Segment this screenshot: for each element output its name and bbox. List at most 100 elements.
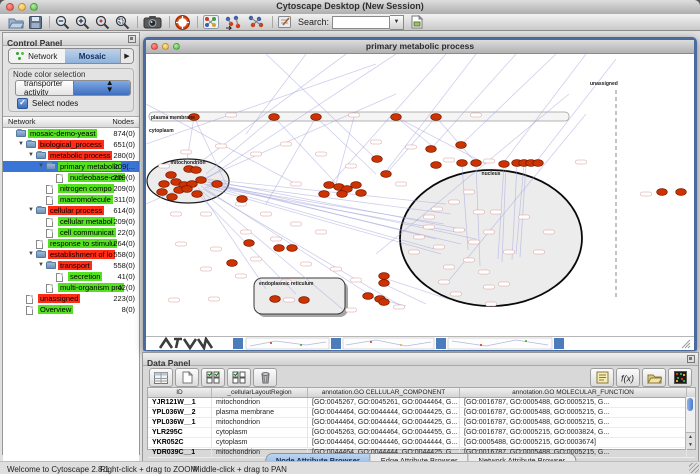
table-cell[interactable]: [GO:0045263, GO:0044464, GO:0044455, G..… [308, 428, 460, 437]
tree-item-label[interactable]: metabolic process [48, 151, 112, 160]
column-header[interactable]: annotation.GO MOLECULAR_FUNCTION [460, 388, 687, 397]
network-canvas[interactable]: plasma membranecytoplasmmitochondrionnuc… [146, 54, 694, 336]
network-edge[interactable] [266, 117, 316, 204]
expand-arrow-icon[interactable]: ▼ [28, 150, 34, 161]
network-node[interactable] [299, 297, 310, 304]
tree-item-label[interactable]: cell communicat [58, 228, 116, 237]
network-node[interactable] [192, 191, 203, 198]
tree-row[interactable]: nitrogen compo209(0) [3, 183, 139, 194]
tree-row[interactable]: nucleobase-con209(0) [3, 172, 139, 183]
table-row[interactable]: YJR121W__1mitochondrion[GO:0045267, GO:0… [148, 398, 695, 408]
new-network-icon[interactable] [203, 15, 219, 30]
network-node[interactable] [381, 171, 392, 178]
table-vertical-scrollbar[interactable]: ▲▼ [685, 397, 695, 449]
select-nodes-checkbox[interactable]: ✓ [17, 98, 28, 109]
network-node[interactable] [287, 245, 298, 252]
tab-mosaic[interactable]: Mosaic [65, 49, 121, 63]
network-edge[interactable] [504, 54, 586, 162]
network-node[interactable] [657, 189, 668, 196]
tree-item-label[interactable]: biological_process [38, 140, 104, 149]
network-node[interactable] [324, 182, 335, 189]
save-session-icon[interactable] [29, 15, 42, 30]
tree-item-label[interactable]: mosaic-demo-yeast [28, 129, 97, 138]
table-cell[interactable]: YJR121W__1 [148, 398, 212, 407]
tree-item-label[interactable]: macromolecule [58, 195, 113, 204]
network-node[interactable] [363, 293, 374, 300]
table-cell[interactable]: cytoplasm [212, 428, 308, 437]
tree-item-label[interactable]: response to stimulu [48, 239, 117, 248]
expand-arrow-icon[interactable]: ▼ [28, 249, 34, 260]
table-cell[interactable]: mitochondrion [212, 398, 308, 407]
network-node[interactable] [431, 114, 442, 121]
network-edge[interactable] [384, 284, 426, 304]
network-node[interactable] [456, 142, 467, 149]
network-node[interactable] [274, 245, 285, 252]
float-panel-icon[interactable] [128, 35, 136, 43]
expand-arrow-icon[interactable]: ▼ [18, 139, 24, 150]
table-cell[interactable]: [GO:0016787, GO:0005488, GO:0005215, G..… [460, 418, 687, 427]
attribute-editor-icon[interactable] [590, 368, 614, 387]
column-header[interactable]: ID [148, 388, 212, 397]
new-attribute-icon[interactable] [175, 368, 199, 387]
tree-row[interactable]: macromolecule311(0) [3, 194, 139, 205]
unselect-attributes-icon[interactable] [227, 368, 251, 387]
tree-row[interactable]: response to stimulu264(0) [3, 238, 139, 249]
tree-item-label[interactable]: cellular metabol [58, 217, 115, 226]
attribute-table-header[interactable]: ID_cellularLayoutRegionannotation.GO CEL… [148, 388, 695, 398]
network-node[interactable] [499, 161, 510, 168]
network-edge[interactable] [246, 54, 306, 134]
tree-item-label[interactable]: multi-organism pro [58, 283, 124, 292]
network-node[interactable] [166, 172, 177, 179]
search-dropdown-button[interactable]: ▼ [390, 15, 404, 30]
network-node[interactable] [196, 177, 207, 184]
table-row[interactable]: YPL036W__2plasma membrane[GO:0044464, GO… [148, 408, 695, 418]
import-table-icon[interactable] [410, 15, 424, 30]
tree-row[interactable]: multi-organism pro42(0) [3, 282, 139, 293]
network-node[interactable] [356, 190, 367, 197]
tree-row[interactable]: unassigned223(0) [3, 293, 139, 304]
tree-row[interactable]: ▼metabolic process280(0) [3, 150, 139, 161]
network-node[interactable] [311, 114, 322, 121]
network-edge[interactable] [431, 54, 516, 149]
tree-row[interactable]: cell communicat22(0) [3, 227, 139, 238]
column-header[interactable]: annotation.GO CELLULAR_COMPONENT [308, 388, 460, 397]
help-lifering-icon[interactable] [175, 15, 190, 30]
network-node[interactable] [676, 189, 687, 196]
network-node[interactable] [244, 240, 255, 247]
table-cell[interactable]: [GO:0044464, GO:0044444, GO:0044425, G..… [308, 408, 460, 417]
tree-row[interactable]: ▼cellular process614(0) [3, 205, 139, 216]
tree-row[interactable]: ▼transport558(0) [3, 260, 139, 271]
network-node[interactable] [270, 296, 281, 303]
open-file-icon[interactable] [8, 15, 24, 30]
network-node[interactable] [457, 160, 468, 167]
network-node[interactable] [372, 156, 383, 163]
tree-row[interactable]: mosaic-demo-yeast874(0) [3, 128, 139, 139]
network-node[interactable] [426, 146, 437, 153]
table-cell[interactable]: YPL036W__2 [148, 408, 212, 417]
node-color-dropdown[interactable]: transporter activity ▲▼ [15, 80, 131, 96]
table-cell[interactable]: [GO:0016787, GO:0005215, GO:0003824, G..… [460, 428, 687, 437]
snapshot-camera-icon[interactable] [143, 15, 162, 30]
network-node[interactable] [319, 191, 330, 198]
table-cell[interactable]: cytoplasm [212, 438, 308, 447]
tree-row[interactable]: cellular metabol209(0) [3, 216, 139, 227]
column-header[interactable]: _cellularLayoutRegion [212, 388, 308, 397]
table-cell[interactable]: mitochondrion [212, 418, 308, 427]
attribute-table-icon[interactable] [149, 368, 173, 387]
tree-row[interactable]: secretion41(0) [3, 271, 139, 282]
table-cell[interactable]: [GO:0044464, GO:0044444, GO:0044425, G..… [308, 418, 460, 427]
tree-item-label[interactable]: secretion [68, 272, 102, 281]
tree-item-label[interactable]: transport [58, 261, 92, 270]
delete-attribute-icon[interactable] [253, 368, 277, 387]
tree-item-label[interactable]: Overview [38, 305, 73, 314]
tree-item-label[interactable]: establishment of lo [48, 250, 115, 259]
table-cell[interactable]: YKR052C [148, 438, 212, 447]
table-row[interactable]: YKR052Ccytoplasm[GO:0044464, GO:0044446,… [148, 438, 695, 448]
tree-row[interactable]: ▼biological_process651(0) [3, 139, 139, 150]
tab-overflow-arrow[interactable]: ▶ [120, 49, 133, 63]
network-node[interactable] [269, 114, 280, 121]
network-window-titlebar[interactable]: primary metabolic process [146, 40, 694, 54]
network-node[interactable] [191, 167, 202, 174]
zoom-fit-icon[interactable] [115, 15, 130, 30]
network-edge[interactable] [146, 64, 376, 144]
